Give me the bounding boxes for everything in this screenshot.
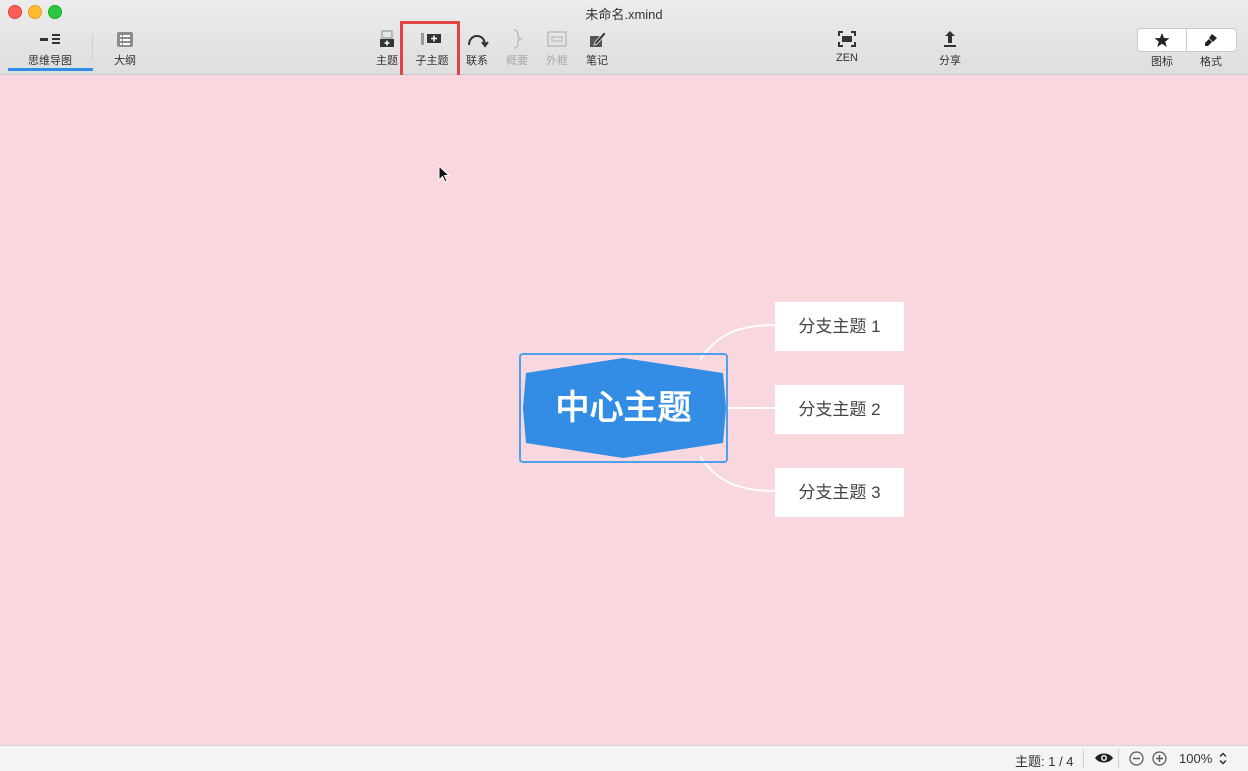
mouse-cursor-icon [438, 165, 451, 183]
outline-view-label: 大纲 [114, 55, 136, 67]
summary-label: 概要 [506, 55, 528, 67]
active-tab-indicator [8, 68, 93, 71]
paintbrush-icon[interactable] [1202, 32, 1220, 48]
branch-topic-1[interactable]: 分支主题 1 [775, 302, 904, 351]
mindmap-icon [40, 34, 60, 44]
zoom-stepper-icon[interactable] [1218, 751, 1228, 766]
topic-count: 主题: 1 / 4 [1015, 754, 1074, 769]
relationship-icon [468, 35, 489, 48]
sidebar-toggle-group [1137, 28, 1237, 52]
central-topic[interactable]: 中心主题 [519, 353, 728, 463]
note-label: 笔记 [586, 55, 608, 67]
status-divider [1083, 749, 1084, 768]
icon-panel-label: 图标 [1151, 56, 1173, 68]
relationship-label: 联系 [466, 55, 488, 67]
fullscreen-icon [838, 31, 856, 47]
icon-panel-button[interactable]: 图标 [1143, 53, 1181, 69]
boundary-button[interactable]: 外框 [543, 28, 571, 68]
central-topic-label: 中心主题 [555, 389, 692, 427]
window-title: 未命名.xmind [585, 7, 663, 22]
subtopic-highlight-box [400, 21, 460, 79]
note-pencil-icon [590, 31, 607, 47]
format-panel-button[interactable]: 格式 [1192, 53, 1230, 69]
segment-divider [1186, 29, 1187, 51]
share-label: 分享 [939, 55, 961, 67]
topic-button[interactable]: 主题 [372, 28, 402, 68]
zoom-out-icon[interactable] [1129, 751, 1144, 766]
status-bar: 主题: 1 / 4 100% [0, 745, 1248, 771]
note-button[interactable]: 笔记 [583, 28, 611, 68]
mindmap-view-label: 思维导图 [28, 55, 72, 67]
relationship-button[interactable]: 联系 [463, 28, 491, 68]
topic-label: 主题 [376, 55, 398, 67]
branch-topic-2[interactable]: 分支主题 2 [775, 385, 904, 434]
share-upload-icon [944, 31, 956, 47]
status-divider [1118, 749, 1119, 768]
boundary-label: 外框 [546, 55, 568, 67]
topic-icon [380, 30, 394, 47]
outline-icon [117, 32, 133, 47]
zoom-in-icon[interactable] [1152, 751, 1167, 766]
branch-topic-3[interactable]: 分支主题 3 [775, 468, 904, 517]
toolbar: 未命名.xmind 思维导图 大纲 主题 子主题 联系 概要 外框 笔记 ZEN… [0, 0, 1248, 75]
eye-icon[interactable] [1094, 751, 1114, 765]
mindmap-view-tab[interactable]: 思维导图 [20, 28, 80, 68]
zen-label: ZEN [836, 52, 858, 64]
summary-button[interactable]: 概要 [503, 28, 531, 68]
summary-brace-icon [513, 29, 523, 49]
app-window: 未命名.xmind 思维导图 大纲 主题 子主题 联系 概要 外框 笔记 ZEN… [0, 0, 1248, 771]
toolbar-divider [92, 34, 93, 60]
star-icon[interactable] [1153, 32, 1171, 48]
format-panel-label: 格式 [1200, 56, 1222, 68]
boundary-icon [547, 31, 567, 47]
share-button[interactable]: 分享 [935, 28, 965, 68]
outline-view-tab[interactable]: 大纲 [105, 28, 145, 68]
zoom-level[interactable]: 100% [1179, 751, 1212, 766]
zen-mode-button[interactable]: ZEN [832, 28, 862, 64]
